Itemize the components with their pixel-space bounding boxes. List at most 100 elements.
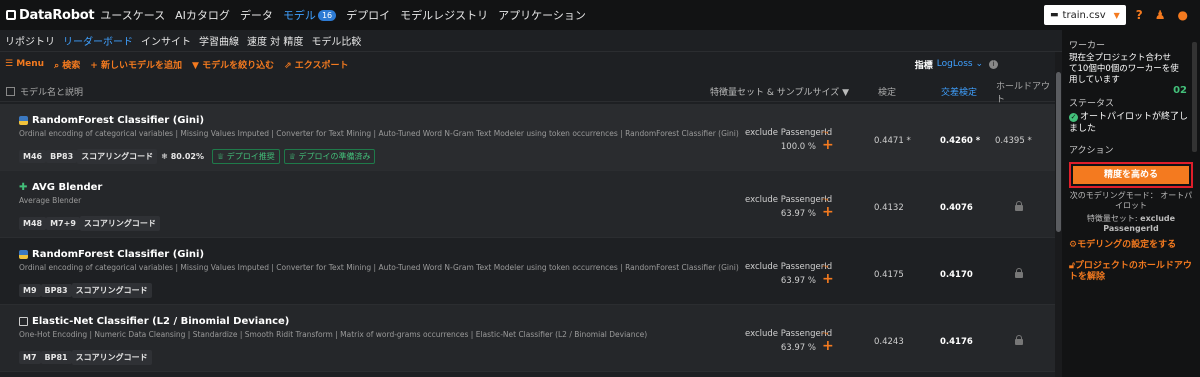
nav-item-applications[interactable]: アプリケーション xyxy=(498,7,586,23)
nav-item-model-registry[interactable]: モデルレジストリ xyxy=(400,7,488,23)
nav-item-models[interactable]: モデル 16 xyxy=(283,7,337,23)
bell-icon[interactable]: ♟ xyxy=(1155,8,1166,22)
blueprint-id-badge: M7+9 xyxy=(46,217,80,230)
chevron-down-icon: ▼ xyxy=(1113,10,1120,20)
menu-button[interactable]: ☰ Menu xyxy=(5,59,44,69)
table-row[interactable]: RandomForest Classifier (Gini) Ordinal e… xyxy=(0,238,1055,305)
nav-item-data[interactable]: データ xyxy=(240,7,273,23)
table-row[interactable]: RandomForest Classifier (Gini) Ordinal e… xyxy=(0,104,1055,171)
holdout-score: 0.4395 * xyxy=(995,136,1032,146)
search-icon: ⌕ xyxy=(54,60,60,71)
header-model-name[interactable]: モデル名と説明 xyxy=(20,85,83,98)
cv-score: 0.4170 xyxy=(940,270,973,280)
user-icon[interactable]: ● xyxy=(1178,8,1188,22)
snowflake-icon: ❄ xyxy=(161,152,168,161)
status-title: ステータス xyxy=(1069,99,1115,109)
logo-icon xyxy=(6,10,16,20)
search-button[interactable]: ⌕ 検索 xyxy=(54,58,80,71)
tab-repository[interactable]: リポジトリ xyxy=(5,33,55,48)
filter-icon: ▼ xyxy=(842,88,849,98)
header-features[interactable]: 特徴量セット & サンプルサイズ ▼ xyxy=(710,85,849,98)
prediction-pct: 80.02% xyxy=(170,152,205,161)
feature-set: exclude PassengerId xyxy=(745,195,833,205)
model-description: Average Blender xyxy=(19,196,82,205)
dataset-selector[interactable]: ▬ train.csv ▼ xyxy=(1044,5,1126,25)
panel-scrollbar[interactable] xyxy=(1192,42,1197,152)
models-count-badge: 16 xyxy=(317,10,337,21)
leaderboard-toolbar: ☰ Menu ⌕ 検索 + 新しいモデルを追加 ▼ モデルを絞り込む ⇗ エクス… xyxy=(0,55,1062,73)
metric-selector[interactable]: 指標 LogLoss ⌄ i xyxy=(915,55,998,73)
table-row[interactable]: Elastic-Net Classifier (L2 / Binomial De… xyxy=(0,305,1055,372)
deploy-ready-label: デプロイの準備済み xyxy=(298,152,371,161)
worker-count-value: 02 xyxy=(1173,85,1187,96)
model-id-badge: M7 xyxy=(19,351,41,364)
modeling-settings-link[interactable]: ⚙モデリングの設定をする xyxy=(1069,240,1193,251)
scrollbar-thumb[interactable] xyxy=(1056,72,1061,232)
tab-insights[interactable]: インサイト xyxy=(141,33,191,48)
gear-icon: ⚙ xyxy=(1069,240,1078,250)
nav-item-ai-catalog[interactable]: AIカタログ xyxy=(175,7,230,23)
leaderboard-scrollbar[interactable] xyxy=(1055,52,1062,377)
add-model-button[interactable]: + 新しいモデルを追加 xyxy=(90,58,182,71)
worker-title: ワーカー xyxy=(1069,41,1106,51)
model-id-badge: M46 xyxy=(19,150,47,163)
tab-learning-curve[interactable]: 学習曲線 xyxy=(199,33,239,48)
lock-icon xyxy=(1015,201,1023,211)
header-holdout[interactable]: ホールドアウト xyxy=(996,79,1055,105)
search-label: 検索 xyxy=(62,60,81,71)
cv-score: 0.4176 xyxy=(940,337,973,347)
model-name[interactable]: RandomForest Classifier (Gini) xyxy=(32,249,204,260)
nav-item-deploy[interactable]: デプロイ xyxy=(346,7,390,23)
validation-value: 0.4471 xyxy=(874,136,904,146)
select-all-checkbox[interactable] xyxy=(6,87,15,96)
blueprint-id-badge: BP83 xyxy=(40,284,72,297)
leaderboard-rows: RandomForest Classifier (Gini) Ordinal e… xyxy=(0,104,1055,372)
model-name[interactable]: Elastic-Net Classifier (L2 / Binomial De… xyxy=(32,316,289,327)
metric-value: LogLoss xyxy=(936,59,973,69)
worker-count[interactable]: 02 xyxy=(1173,85,1187,96)
header-validation[interactable]: 検定 xyxy=(878,85,896,98)
metric-dropdown[interactable]: LogLoss ⌄ xyxy=(937,59,983,69)
model-name[interactable]: AVG Blender xyxy=(32,182,102,193)
filter-models-button[interactable]: ▼ モデルを絞り込む xyxy=(192,58,274,71)
add-sample-button[interactable]: + xyxy=(822,271,834,287)
leaderboard-header: モデル名と説明 特徴量セット & サンプルサイズ ▼ 検定 交差検定 ホールドア… xyxy=(0,79,1055,105)
feature-set: exclude PassengerId xyxy=(745,262,833,272)
model-name[interactable]: RandomForest Classifier (Gini) xyxy=(32,115,204,126)
tab-model-comparison[interactable]: モデル比較 xyxy=(311,33,361,48)
holdout-value: 0.4395 xyxy=(995,136,1025,146)
tab-speed-vs-accuracy[interactable]: 速度 対 精度 xyxy=(247,33,303,48)
folder-icon: ▬ xyxy=(1050,10,1059,20)
validation-score: 0.4132 xyxy=(874,203,904,213)
scoring-code-badge: スコアリングコード xyxy=(71,283,152,298)
worker-text: 現在全プロジェクト合わせて10個中0個のワーカーを使用しています xyxy=(1069,53,1179,85)
add-sample-button[interactable]: + xyxy=(822,338,834,354)
unlock-holdout-link[interactable]: 🔓︎プロジェクトのホールドアウトを解除 xyxy=(1069,261,1193,283)
validation-score: 0.4471 * xyxy=(874,136,911,146)
dataset-name: train.csv xyxy=(1062,9,1106,21)
sample-size: 63.97 % xyxy=(780,343,816,353)
trophy-icon: ♕ xyxy=(288,152,296,161)
header-cross-validation[interactable]: 交差検定 xyxy=(941,85,977,98)
model-description: Ordinal encoding of categorical variable… xyxy=(19,263,739,272)
filter-label: モデルを絞り込む xyxy=(202,60,275,71)
modeling-settings-label: モデリングの設定をする xyxy=(1077,240,1177,250)
improve-accuracy-button[interactable]: 精度を高める xyxy=(1073,166,1189,184)
table-row[interactable]: ✚ AVG Blender Average Blender M48 M7+9 ス… xyxy=(0,171,1055,238)
help-icon[interactable]: ? xyxy=(1136,8,1143,22)
feature-set: exclude PassengerId xyxy=(745,329,833,339)
add-sample-button[interactable]: + xyxy=(822,137,834,153)
chevron-down-icon: ⌄ xyxy=(975,59,983,69)
add-sample-button[interactable]: + xyxy=(822,204,834,220)
top-nav: DataRobot ユースケース AIカタログ データ モデル 16 デプロイ モ… xyxy=(0,0,1200,30)
export-button[interactable]: ⇗ エクスポート xyxy=(284,58,348,71)
python-icon xyxy=(19,116,28,125)
nav-item-use-cases[interactable]: ユースケース xyxy=(100,7,165,23)
improve-accuracy-highlight: 精度を高める xyxy=(1069,162,1193,188)
info-icon[interactable]: i xyxy=(989,59,998,69)
datarobot-logo[interactable]: DataRobot xyxy=(6,8,95,23)
plus-icon: + xyxy=(90,60,98,71)
model-description: One-Hot Encoding | Numeric Data Cleansin… xyxy=(19,330,648,339)
tab-leaderboard[interactable]: リーダーボード xyxy=(63,33,133,48)
model-tags: M9 BP83 スコアリングコード xyxy=(19,283,152,298)
